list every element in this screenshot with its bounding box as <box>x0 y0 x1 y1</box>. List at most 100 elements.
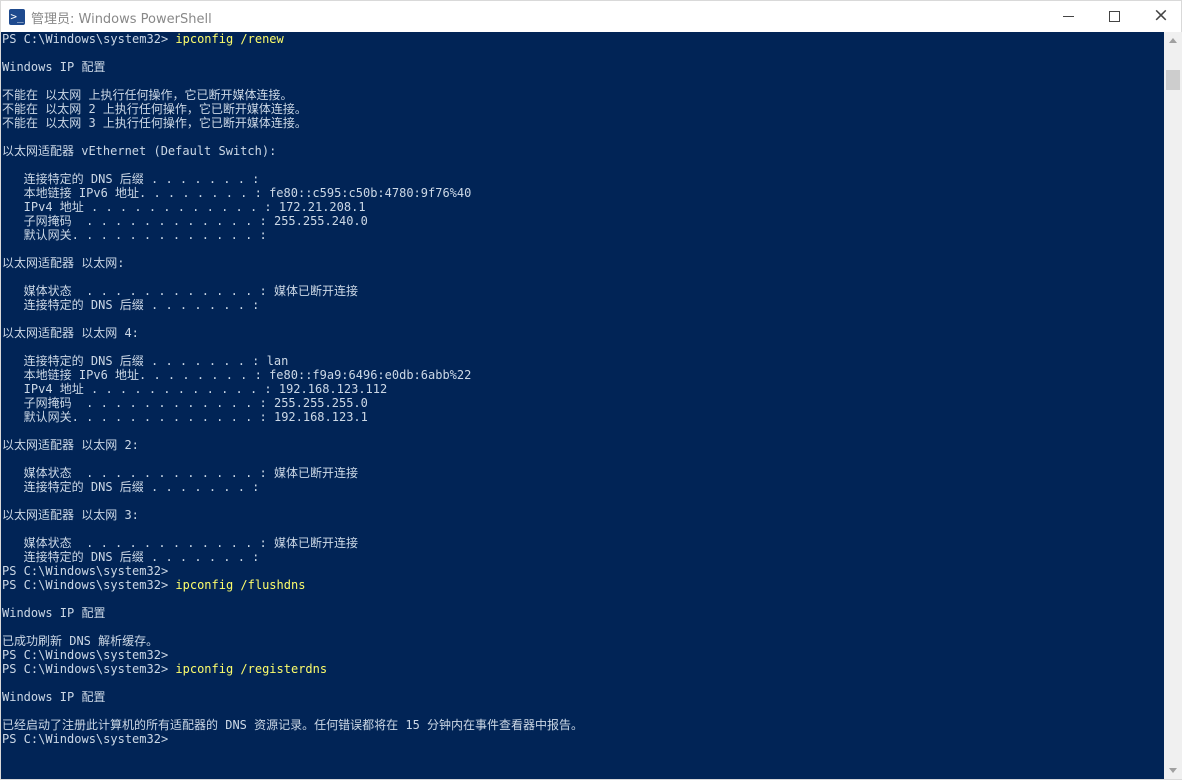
output-text: 连接特定的 DNS 后缀 . . . . . . . : lan <box>2 354 289 368</box>
output-text: 已成功刷新 DNS 解析缓存。 <box>2 634 159 648</box>
console-line: 默认网关. . . . . . . . . . . . . : 192.168.… <box>2 410 1164 424</box>
output-text: 连接特定的 DNS 后缀 . . . . . . . : <box>2 550 260 564</box>
console-line: 媒体状态 . . . . . . . . . . . . : 媒体已断开连接 <box>2 284 1164 298</box>
console-line: 连接特定的 DNS 后缀 . . . . . . . : <box>2 480 1164 494</box>
chevron-down-icon <box>1169 768 1177 773</box>
output-text: 默认网关. . . . . . . . . . . . . : <box>2 228 267 242</box>
close-button[interactable]: × <box>1137 1 1182 32</box>
console-line: 子网掩码 . . . . . . . . . . . . : 255.255.2… <box>2 396 1164 410</box>
console-line: IPv4 地址 . . . . . . . . . . . . : 172.21… <box>2 200 1164 214</box>
output-text: Windows IP 配置 <box>2 690 106 704</box>
powershell-icon: >_ <box>9 9 25 25</box>
console-line: 连接特定的 DNS 后缀 . . . . . . . : lan <box>2 354 1164 368</box>
output-text: 以太网适配器 vEthernet (Default Switch): <box>2 144 277 158</box>
output-text: 子网掩码 . . . . . . . . . . . . : 255.255.2… <box>2 214 368 228</box>
console-line: 连接特定的 DNS 后缀 . . . . . . . : <box>2 172 1164 186</box>
console-line: 连接特定的 DNS 后缀 . . . . . . . : <box>2 298 1164 312</box>
console-line: 本地链接 IPv6 地址. . . . . . . . : fe80::f9a9… <box>2 368 1164 382</box>
console-line: 不能在 以太网 2 上执行任何操作，它已断开媒体连接。 <box>2 102 1164 116</box>
console-line: 以太网适配器 vEthernet (Default Switch): <box>2 144 1164 158</box>
command-text: ipconfig /renew <box>175 32 284 46</box>
output-text: 以太网适配器 以太网 4: <box>2 326 139 340</box>
output-text: 媒体状态 . . . . . . . . . . . . : 媒体已断开连接 <box>2 284 358 298</box>
output-text: 本地链接 IPv6 地址. . . . . . . . : fe80::c595… <box>2 186 472 200</box>
console-line: PS C:\Windows\system32> ipconfig /regist… <box>2 662 1164 676</box>
console-line: 不能在 以太网 3 上执行任何操作，它已断开媒体连接。 <box>2 116 1164 130</box>
prompt-text: PS C:\Windows\system32> <box>2 32 176 46</box>
output-text: 不能在 以太网 2 上执行任何操作，它已断开媒体连接。 <box>2 102 307 116</box>
output-text: 本地链接 IPv6 地址. . . . . . . . : fe80::f9a9… <box>2 368 472 382</box>
scrollbar-thumb[interactable] <box>1166 70 1180 90</box>
prompt-text: PS C:\Windows\system32> <box>2 648 169 662</box>
output-text: 已经启动了注册此计算机的所有适配器的 DNS 资源记录。任何错误都将在 15 分… <box>2 718 584 732</box>
close-icon: × <box>1153 4 1169 26</box>
console-line: 以太网适配器 以太网 4: <box>2 326 1164 340</box>
output-text: 默认网关. . . . . . . . . . . . . : 192.168.… <box>2 410 368 424</box>
console-line: 已成功刷新 DNS 解析缓存。 <box>2 634 1164 648</box>
output-text: 以太网适配器 以太网 2: <box>2 438 139 452</box>
scroll-down-button[interactable] <box>1164 762 1182 779</box>
chevron-up-icon <box>1169 38 1177 43</box>
console-line: PS C:\Windows\system32> <box>2 732 1164 746</box>
output-text: 媒体状态 . . . . . . . . . . . . : 媒体已断开连接 <box>2 466 358 480</box>
command-text: ipconfig /flushdns <box>175 578 306 592</box>
output-text: 以太网适配器 以太网: <box>2 256 125 270</box>
output-text: 以太网适配器 以太网 3: <box>2 508 139 522</box>
output-text: 连接特定的 DNS 后缀 . . . . . . . : <box>2 172 260 186</box>
console-line: Windows IP 配置 <box>2 690 1164 704</box>
output-text: 连接特定的 DNS 后缀 . . . . . . . : <box>2 298 260 312</box>
console-line: Windows IP 配置 <box>2 606 1164 620</box>
console-area[interactable]: PS C:\Windows\system32> ipconfig /renew W… <box>1 32 1164 779</box>
output-text: IPv4 地址 . . . . . . . . . . . . : 172.21… <box>2 200 366 214</box>
console-line: 本地链接 IPv6 地址. . . . . . . . : fe80::c595… <box>2 186 1164 200</box>
maximize-icon <box>1109 11 1120 22</box>
title-bar[interactable]: >_ 管理员: Windows PowerShell × <box>1 1 1181 32</box>
console-line: IPv4 地址 . . . . . . . . . . . . : 192.16… <box>2 382 1164 396</box>
vertical-scrollbar[interactable] <box>1164 32 1182 779</box>
console-line: PS C:\Windows\system32> <box>2 564 1164 578</box>
output-text: 媒体状态 . . . . . . . . . . . . : 媒体已断开连接 <box>2 536 358 550</box>
console-line: 以太网适配器 以太网 3: <box>2 508 1164 522</box>
minimize-icon <box>1063 16 1074 17</box>
console-line: PS C:\Windows\system32> <box>2 648 1164 662</box>
console-line: 不能在 以太网 上执行任何操作，它已断开媒体连接。 <box>2 88 1164 102</box>
output-text: 不能在 以太网 3 上执行任何操作，它已断开媒体连接。 <box>2 116 307 130</box>
output-text: IPv4 地址 . . . . . . . . . . . . : 192.16… <box>2 382 388 396</box>
prompt-text: PS C:\Windows\system32> <box>2 662 176 676</box>
minimize-button[interactable] <box>1045 1 1091 32</box>
console-line: PS C:\Windows\system32> ipconfig /flushd… <box>2 578 1164 592</box>
console-line: 以太网适配器 以太网: <box>2 256 1164 270</box>
maximize-button[interactable] <box>1091 1 1137 32</box>
command-text: ipconfig /registerdns <box>175 662 328 676</box>
prompt-text: PS C:\Windows\system32> <box>2 578 176 592</box>
output-text: 不能在 以太网 上执行任何操作，它已断开媒体连接。 <box>2 88 293 102</box>
console-line: 默认网关. . . . . . . . . . . . . : <box>2 228 1164 242</box>
scroll-up-button[interactable] <box>1164 32 1182 49</box>
console-line: 媒体状态 . . . . . . . . . . . . : 媒体已断开连接 <box>2 466 1164 480</box>
output-text: 连接特定的 DNS 后缀 . . . . . . . : <box>2 480 260 494</box>
output-text: Windows IP 配置 <box>2 60 106 74</box>
console-output: PS C:\Windows\system32> ipconfig /renew W… <box>1 32 1164 746</box>
prompt-text: PS C:\Windows\system32> <box>2 732 169 746</box>
window-title: 管理员: Windows PowerShell <box>31 12 212 27</box>
console-line: 以太网适配器 以太网 2: <box>2 438 1164 452</box>
console-line: 媒体状态 . . . . . . . . . . . . : 媒体已断开连接 <box>2 536 1164 550</box>
console-line: 已经启动了注册此计算机的所有适配器的 DNS 资源记录。任何错误都将在 15 分… <box>2 718 1164 732</box>
output-text: 子网掩码 . . . . . . . . . . . . : 255.255.2… <box>2 396 368 410</box>
powershell-window: >_ 管理员: Windows PowerShell × PS C:\Windo… <box>0 0 1182 780</box>
